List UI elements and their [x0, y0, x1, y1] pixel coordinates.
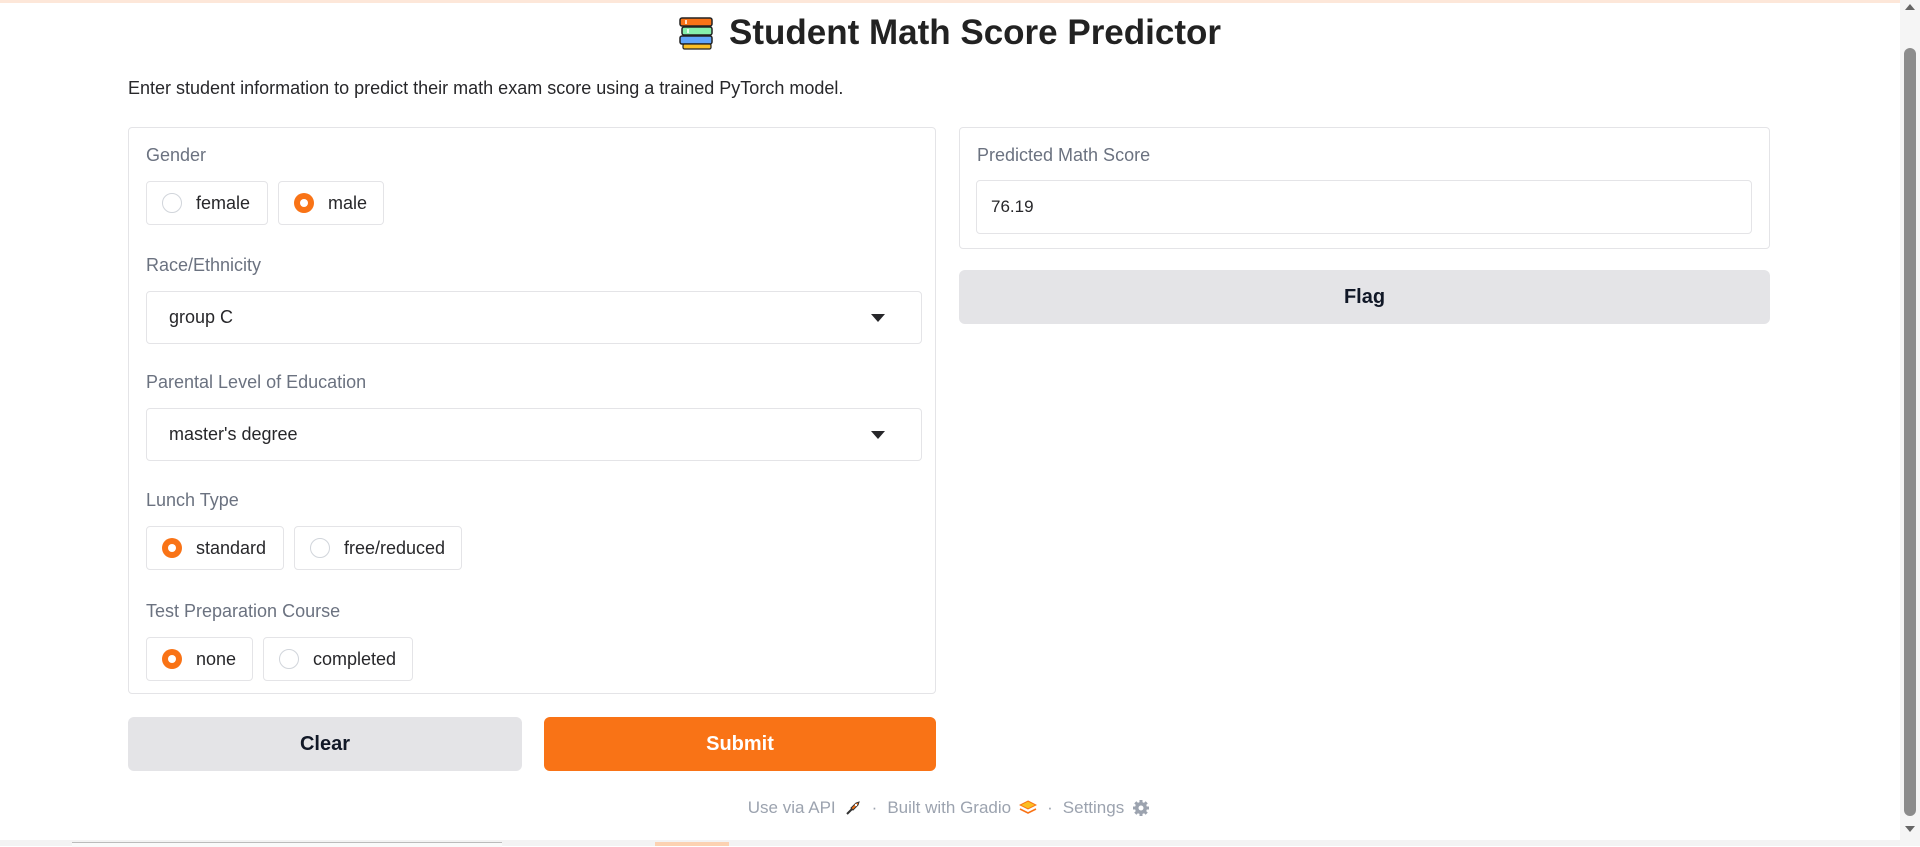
radio-label: completed	[313, 648, 397, 669]
input-panel: Gender female male Race/Ethnicity group …	[128, 127, 936, 694]
gradio-logo-icon	[1019, 800, 1038, 814]
test-prep-option-none[interactable]: none	[146, 637, 253, 681]
radio-label: male	[328, 192, 368, 213]
top-accent-line	[0, 0, 1920, 3]
gender-label: Gender	[146, 145, 207, 165]
clear-button[interactable]: Clear	[128, 717, 522, 771]
gender-option-male[interactable]: male	[278, 181, 384, 225]
radio-unchecked-icon	[310, 538, 330, 558]
gear-icon	[1133, 800, 1150, 816]
use-via-api-link[interactable]: Use via API	[748, 798, 862, 818]
radio-unchecked-icon	[162, 193, 182, 213]
parental-education-dropdown[interactable]: master's degree	[146, 408, 922, 461]
bottom-strip-segment	[72, 842, 502, 847]
lunch-option-standard[interactable]: standard	[146, 526, 284, 570]
gender-option-female[interactable]: female	[146, 181, 268, 225]
parental-education-selected-value: master's degree	[169, 424, 298, 444]
title-text: Student Math Score Predictor	[728, 13, 1222, 52]
radio-label: free/reduced	[344, 537, 446, 558]
lunch-option-free-reduced[interactable]: free/reduced	[294, 526, 462, 570]
submit-button[interactable]: Submit	[544, 717, 936, 771]
radio-checked-icon	[294, 193, 314, 213]
scroll-up-arrow-icon[interactable]	[1905, 4, 1915, 10]
bottom-strip	[0, 840, 1900, 847]
race-dropdown[interactable]: group C	[146, 291, 922, 344]
output-panel: Predicted Math Score 76.19	[959, 127, 1770, 249]
books-icon	[679, 17, 713, 50]
radio-label: female	[196, 192, 251, 213]
chevron-down-icon	[871, 314, 885, 322]
chevron-down-icon	[871, 431, 885, 439]
radio-label: standard	[196, 537, 267, 558]
race-label: Race/Ethnicity	[146, 255, 262, 275]
page-description: Enter student information to predict the…	[128, 78, 844, 98]
radio-checked-icon	[162, 649, 182, 669]
rocket-icon	[845, 801, 860, 815]
footer-separator: ·	[871, 798, 878, 817]
race-selected-value: group C	[169, 307, 234, 327]
radio-label: none	[196, 648, 237, 669]
built-with-gradio-link[interactable]: Built with Gradio	[887, 798, 1038, 818]
vertical-scrollbar[interactable]	[1900, 0, 1920, 846]
test-prep-label: Test Preparation Course	[146, 601, 341, 621]
footer-separator: ·	[1047, 798, 1053, 817]
page-title: Student Math Score Predictor	[128, 8, 1770, 58]
radio-checked-icon	[162, 538, 182, 558]
settings-text: Settings	[1062, 798, 1125, 817]
predicted-score-label: Predicted Math Score	[977, 145, 1151, 165]
flag-button[interactable]: Flag	[959, 270, 1770, 324]
radio-unchecked-icon	[279, 649, 299, 669]
settings-link[interactable]: Settings	[1063, 798, 1150, 818]
predicted-score-output[interactable]: 76.19	[976, 180, 1752, 234]
built-with-gradio-text: Built with Gradio	[887, 798, 1012, 817]
test-prep-option-completed[interactable]: completed	[263, 637, 413, 681]
parental-education-label: Parental Level of Education	[146, 372, 367, 392]
scroll-down-arrow-icon[interactable]	[1905, 826, 1915, 832]
use-via-api-text: Use via API	[747, 798, 836, 817]
lunch-label: Lunch Type	[146, 490, 239, 510]
footer: Use via API · Built with Gradio · Settin…	[128, 795, 1770, 821]
scrollbar-thumb[interactable]	[1904, 48, 1916, 816]
bottom-strip-accent	[655, 842, 729, 846]
